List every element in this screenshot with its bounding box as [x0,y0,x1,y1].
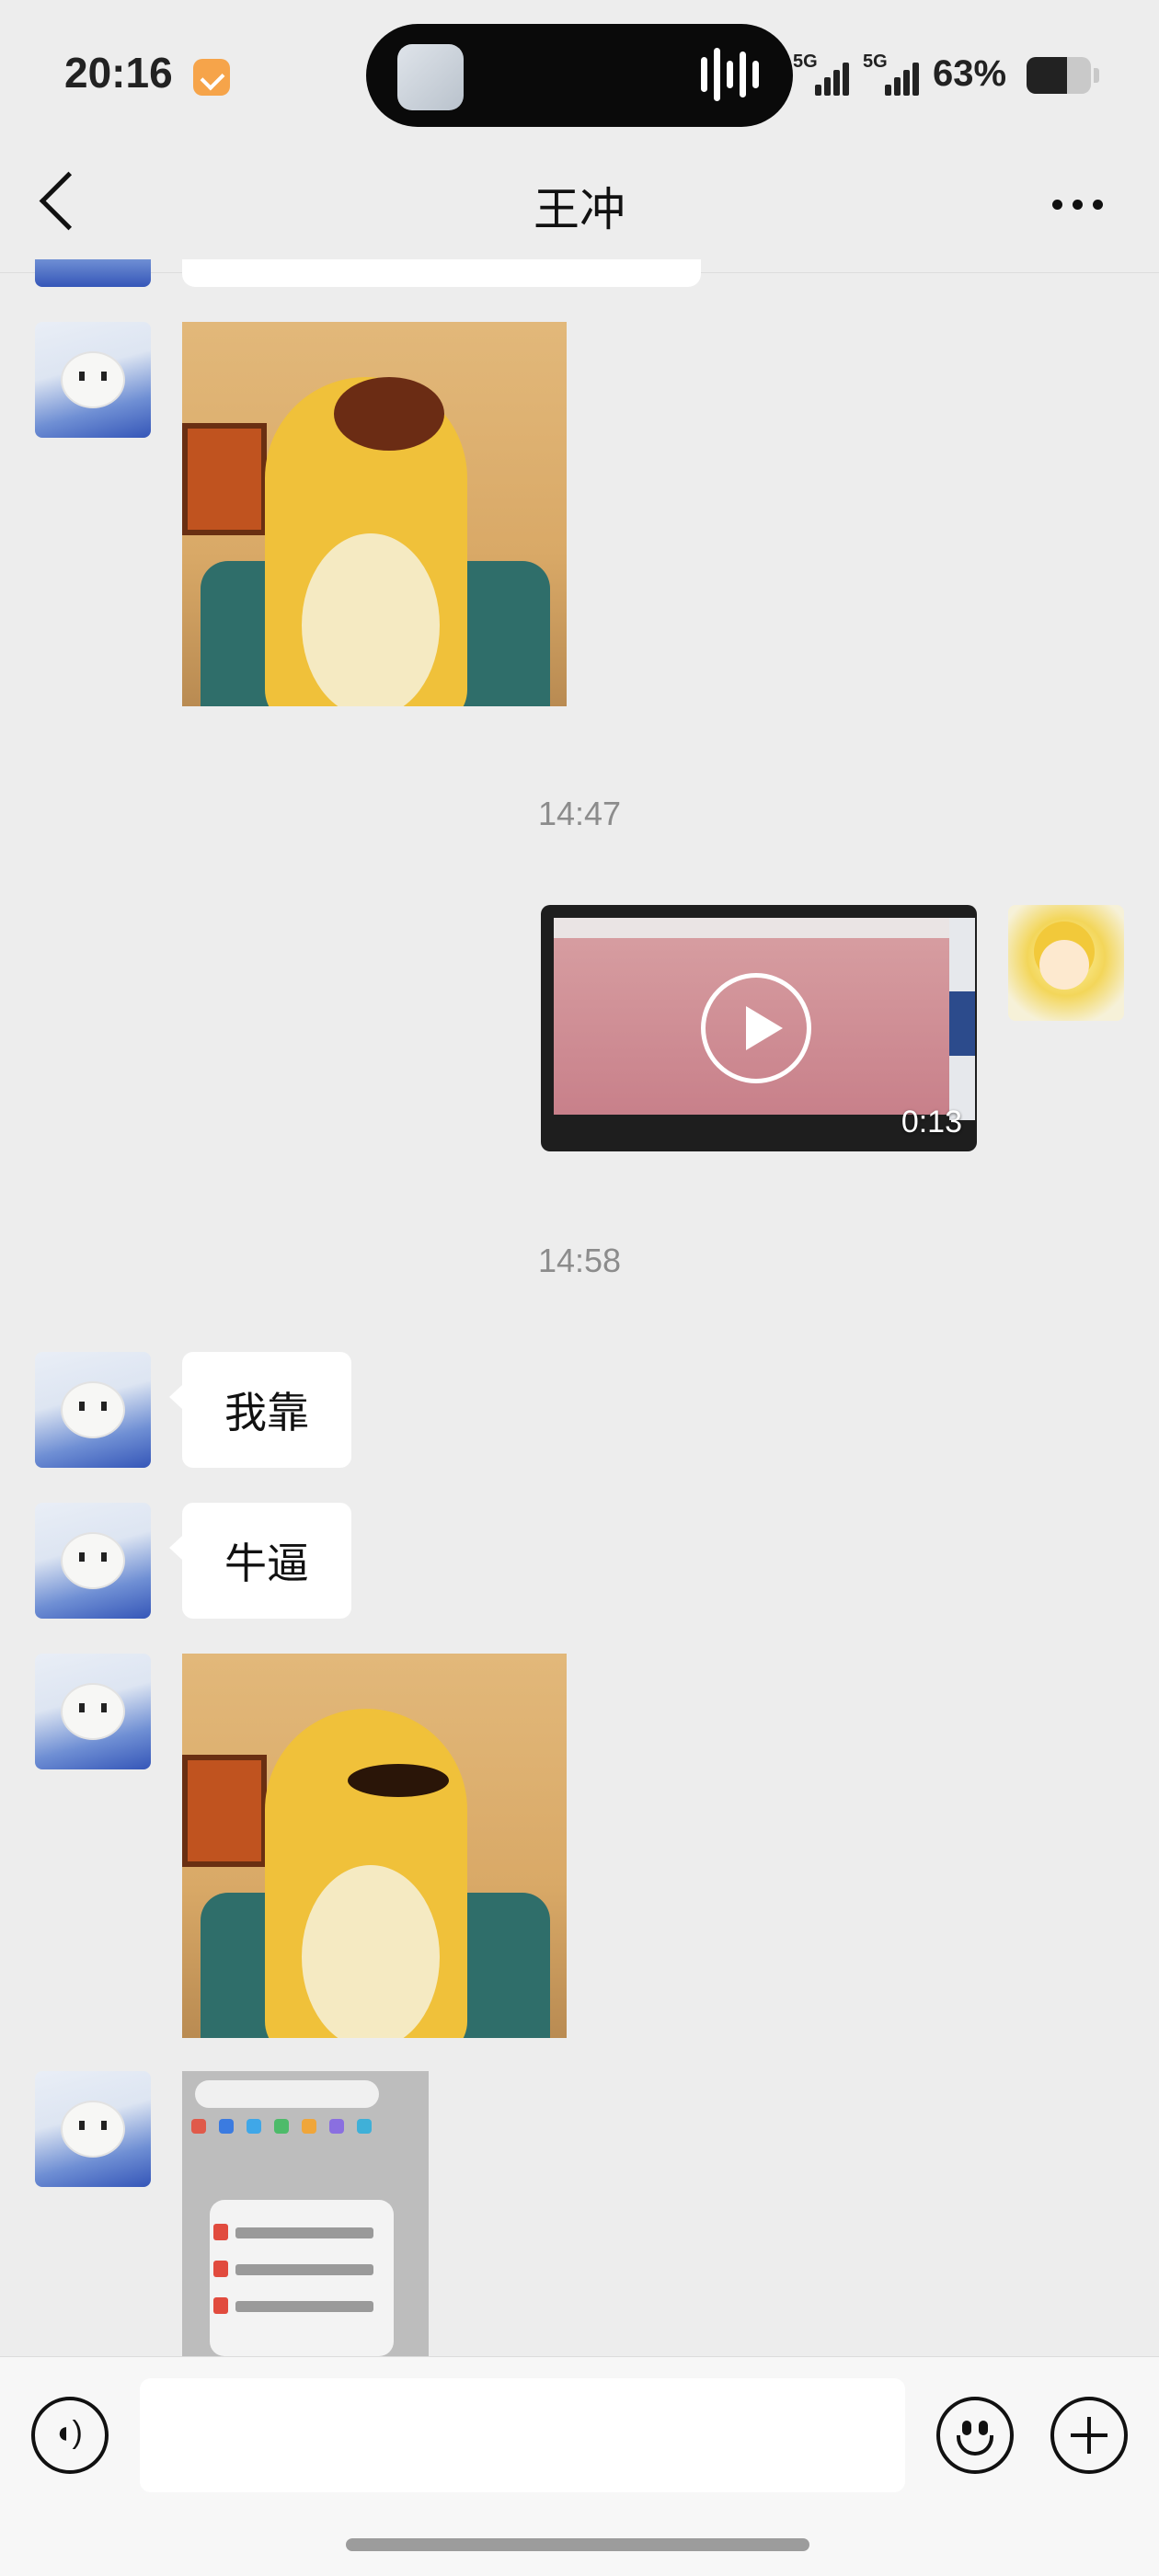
audio-wave-icon [714,48,720,101]
emoji-button[interactable] [936,2397,1014,2474]
message-bubble[interactable]: 牛逼 [169,1503,351,1619]
contact-avatar[interactable] [35,1503,151,1619]
play-triangle [746,1006,783,1050]
message-input[interactable] [140,2378,905,2492]
video-duration: 0:13 [901,1105,962,1139]
network-type-1: 5G [793,52,818,72]
more-dots-icon [1052,200,1062,210]
battery-fill [1027,57,1068,94]
battery-cap [1094,68,1099,83]
emoji-icon [957,2435,993,2456]
audio-wave-icon [740,52,746,97]
voice-button[interactable]: ◖) [31,2397,109,2474]
contact-avatar[interactable] [35,259,151,287]
sticker-image[interactable] [182,322,567,706]
timestamp: 14:58 [537,1242,622,1279]
battery-icon [1027,57,1091,94]
signal-icon [815,55,852,96]
contact-avatar[interactable] [35,2071,151,2187]
emoji-icon [962,2421,971,2435]
message-text: 牛逼 [224,1540,309,1587]
message-bubble[interactable]: 我靠 [169,1352,351,1468]
voice-input-icon: ◖) [53,2415,83,2450]
network-type-2: 5G [863,52,888,72]
more-button[interactable] [1047,193,1107,217]
back-button[interactable] [28,166,101,239]
contact-avatar[interactable] [35,1654,151,1769]
app-notification-icon [193,59,230,96]
emoji-icon [979,2421,988,2435]
signal-icon [885,55,922,96]
screenshot-image[interactable] [182,2071,429,2356]
status-time: 20:16 [64,49,173,97]
plus-button[interactable] [1050,2397,1128,2474]
video-message[interactable]: 0:13 [541,905,977,1151]
sticker-image[interactable] [182,1654,567,2038]
plus-icon [1087,2417,1091,2454]
message-bubble[interactable] [182,259,701,287]
battery-percent: 63% [933,53,1007,94]
audio-wave-icon [701,57,707,92]
media-thumbnail[interactable] [397,44,464,110]
play-icon[interactable] [701,973,811,1083]
chevron-left-icon [39,171,98,231]
chat-title: 王冲 [534,184,625,235]
more-dots-icon [1093,200,1103,210]
self-avatar[interactable] [1008,905,1124,1021]
more-dots-icon [1073,200,1083,210]
contact-avatar[interactable] [35,322,151,438]
audio-wave-icon [727,61,733,88]
audio-wave-icon [752,61,759,88]
message-text: 我靠 [224,1389,309,1437]
timestamp: 14:47 [537,795,622,832]
home-indicator[interactable] [346,2538,809,2551]
contact-avatar[interactable] [35,1352,151,1468]
